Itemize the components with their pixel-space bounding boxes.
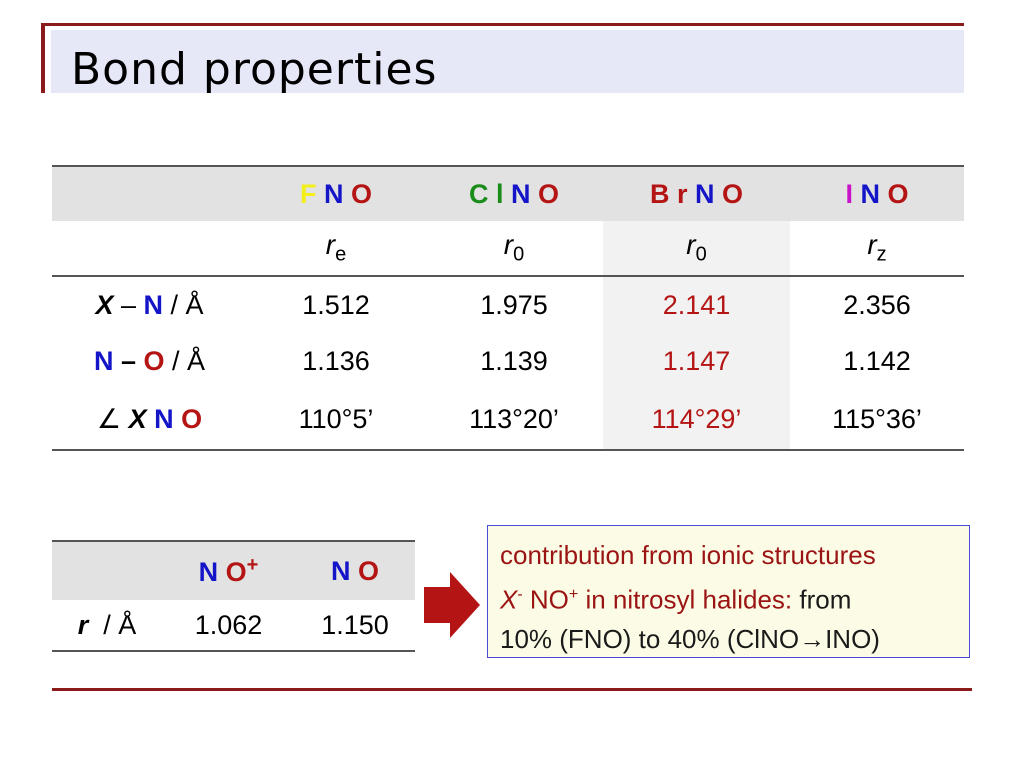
bottom-rule: [52, 688, 972, 691]
method-symbol: r: [503, 229, 514, 261]
title-left-bar: [41, 23, 45, 93]
xn-ino: 2.356: [843, 289, 911, 320]
method-ino: rz: [790, 221, 964, 277]
label-dash: –: [113, 345, 144, 376]
title-frame: Bond properties: [41, 23, 964, 95]
small-arrow-icon: →: [799, 623, 826, 654]
label-unit: / Å: [88, 609, 137, 640]
header-fno: F N O: [247, 165, 425, 221]
xn-fno: 1.512: [302, 289, 370, 320]
method-fno: re: [247, 221, 425, 277]
ino-letter-n: N: [860, 178, 881, 209]
label-o: O: [143, 345, 165, 376]
title-band: Bond properties: [51, 30, 964, 95]
angle-icon: ∠: [96, 403, 129, 434]
xn-clno: 1.975: [480, 289, 548, 320]
header-no: N O: [295, 540, 415, 600]
header-no-plus: N O+: [162, 540, 295, 600]
clno-letter-cl: C l: [468, 178, 504, 209]
no-plus-charge: +: [246, 554, 259, 576]
angle-clno: 113°20’: [425, 389, 603, 451]
header-ino: I N O: [790, 165, 964, 221]
no-o: O: [358, 555, 380, 586]
nitrosyl-ion-table: N O+ N O r / Å 1.062 1.150: [52, 540, 415, 652]
callout-line-3: 10% (FNO) to 40% (ClNO→INO): [500, 620, 961, 659]
brno-letter-br: B r: [649, 178, 688, 209]
fno-letter-f: F: [299, 178, 317, 209]
no-fno: 1.136: [302, 345, 370, 376]
header-corner-cell: [52, 165, 247, 221]
small-row-label: r / Å: [52, 600, 162, 652]
no-clno: 1.139: [480, 345, 548, 376]
label-x: X: [95, 289, 114, 320]
clno-letter-n: N: [511, 178, 531, 209]
ino-letter-o: O: [887, 178, 909, 209]
no-ino: 1.142: [843, 345, 911, 376]
header-brno: B r N O: [603, 165, 790, 221]
no-row-label: N – O / Å: [52, 333, 247, 389]
angle-brno: 114°29’: [603, 389, 790, 451]
angle-row-label: ∠ X N O: [52, 389, 247, 451]
label-n: N: [93, 345, 114, 376]
callout-line-1: contribution from ionic structures: [500, 540, 876, 570]
callout-x: X: [500, 584, 518, 615]
small-header-row: N O+ N O: [52, 540, 415, 600]
no-row: N – O / Å 1.136 1.139 1.147 1.142: [52, 333, 964, 389]
label-unit: / Å: [163, 289, 204, 320]
ino-letter-i: I: [845, 178, 853, 209]
method-subscript: z: [876, 243, 887, 266]
method-row: re r0 r0 rz: [52, 221, 964, 277]
label-o: O: [173, 403, 203, 434]
method-subscript: 0: [695, 243, 707, 266]
no-plus-n: N: [198, 557, 219, 587]
no-brno: 1.147: [603, 333, 790, 389]
label-dash: –: [113, 289, 144, 320]
small-value-row: r / Å 1.062 1.150: [52, 600, 415, 652]
method-symbol: r: [867, 229, 877, 261]
xn-row-label: X – N / Å: [52, 276, 247, 333]
callout-mid: in nitrosyl halides:: [578, 584, 800, 615]
no-plus-o: O: [225, 557, 247, 587]
bond-properties-table: F N O C l N O B r N O I N O re r0 r0 rz …: [52, 165, 964, 451]
xn-brno: 2.141: [603, 276, 790, 333]
slide-title: Bond properties: [71, 44, 438, 95]
method-corner-cell: [52, 221, 247, 277]
fno-letter-n: N: [323, 178, 344, 209]
label-x: X: [128, 403, 147, 434]
right-arrow-icon: [424, 572, 480, 638]
r-no: 1.150: [295, 600, 415, 652]
callout-end: INO): [825, 623, 880, 654]
molecule-header-row: F N O C l N O B r N O I N O: [52, 165, 964, 221]
xn-row: X – N / Å 1.512 1.975 2.141 2.356: [52, 276, 964, 333]
angle-fno: 110°5’: [247, 389, 425, 451]
method-symbol: r: [686, 229, 696, 261]
r-no-plus: 1.062: [162, 600, 295, 652]
fno-letter-o: O: [351, 178, 373, 209]
no-n: N: [330, 555, 351, 586]
method-brno: r0: [603, 221, 790, 277]
callout-from: from: [799, 584, 852, 615]
brno-letter-o: O: [722, 178, 744, 209]
small-corner-cell: [52, 540, 162, 600]
ionic-contribution-callout: contribution from ionic structures X- NO…: [487, 525, 970, 658]
callout-no: NO: [522, 584, 569, 615]
angle-ino: 115°36’: [790, 389, 964, 451]
callout-line-2: X- NO+ in nitrosyl halides: from: [500, 575, 961, 620]
method-symbol: r: [325, 229, 336, 261]
label-r: r: [77, 609, 89, 640]
label-unit: / Å: [164, 345, 206, 376]
callout-plus: +: [568, 586, 579, 603]
method-subscript: e: [335, 243, 347, 266]
title-top-rule: [41, 23, 964, 26]
clno-letter-o: O: [538, 178, 560, 209]
label-n: N: [146, 403, 174, 434]
header-clno: C l N O: [425, 165, 603, 221]
brno-letter-n: N: [695, 178, 715, 209]
label-n: N: [143, 289, 164, 320]
angle-row: ∠ X N O 110°5’ 113°20’ 114°29’ 115°36’: [52, 389, 964, 451]
method-clno: r0: [425, 221, 603, 277]
method-subscript: 0: [513, 243, 525, 266]
callout-range: 10% (FNO) to 40% (ClNO: [500, 623, 800, 654]
